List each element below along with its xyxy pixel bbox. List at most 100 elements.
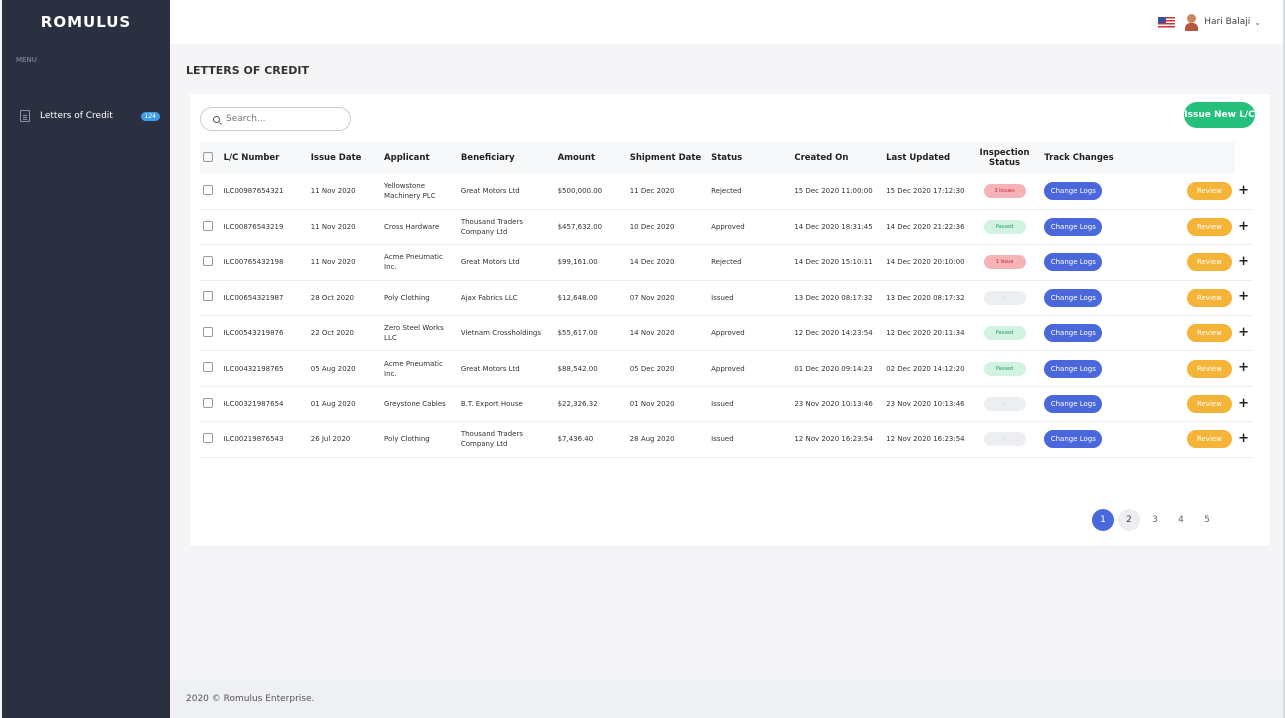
row-checkbox[interactable]	[203, 184, 213, 195]
issue-date-cell: 26 Jul 2020	[310, 435, 351, 444]
table-row[interactable]: ILC00432198765 05 Aug 2020 Acme Pneumatic …	[200, 351, 1252, 387]
review-button[interactable]: Review	[1186, 288, 1232, 307]
plus-icon[interactable]: +	[1238, 360, 1249, 375]
col-status[interactable]: Status	[708, 142, 791, 174]
inspection-status-badge: -	[983, 397, 1026, 412]
sidebar-item-letters-of-credit[interactable]: Letters of Credit 124	[2, 104, 170, 128]
page-3-button[interactable]: 3	[1144, 509, 1166, 531]
table-row[interactable]: ILC00321987654 01 Aug 2020 Greystone Cable…	[200, 386, 1252, 422]
plus-icon[interactable]: +	[1238, 219, 1249, 234]
beneficiary-cell: Ajax Fabrics LLC	[460, 293, 518, 302]
col-last-updated[interactable]: Last Updated	[883, 142, 968, 174]
chevron-down-icon[interactable]: ⌄	[1254, 18, 1261, 27]
issue-new-lc-button[interactable]: Issue New L/C	[1184, 102, 1255, 128]
change-logs-button[interactable]: Change Logs	[1044, 182, 1103, 201]
row-checkbox[interactable]	[203, 291, 213, 302]
amount-cell: $7,436.40	[557, 435, 594, 444]
shipment-date-cell: 05 Dec 2020	[629, 364, 675, 373]
inspection-status-badge: Passed	[983, 326, 1026, 341]
beneficiary-cell: Great Motors Ltd	[460, 258, 520, 267]
review-button[interactable]: Review	[1186, 218, 1232, 237]
beneficiary-cell: B.T. Export House	[460, 400, 523, 409]
beneficiary-cell: Thousand Traders Company Ltd	[460, 430, 523, 449]
lc-number-cell: ILC00765432198	[223, 258, 284, 267]
inspection-status-badge: 1 Issue	[983, 255, 1026, 270]
document-icon	[20, 110, 30, 122]
shipment-date-cell: 28 Aug 2020	[629, 435, 675, 444]
change-logs-button[interactable]: Change Logs	[1044, 395, 1103, 414]
row-checkbox[interactable]	[203, 326, 213, 337]
row-checkbox[interactable]	[203, 255, 213, 266]
col-issue-date[interactable]: Issue Date	[308, 142, 381, 174]
plus-icon[interactable]: +	[1238, 254, 1249, 269]
issue-date-cell: 22 Oct 2020	[310, 329, 355, 338]
beneficiary-cell: Thousand Traders Company Ltd	[460, 218, 523, 237]
change-logs-button[interactable]: Change Logs	[1044, 324, 1103, 343]
plus-icon[interactable]: +	[1238, 431, 1249, 446]
plus-icon[interactable]: +	[1238, 183, 1249, 198]
search-box[interactable]	[200, 107, 351, 131]
page-4-button[interactable]: 4	[1170, 509, 1192, 531]
row-checkbox[interactable]	[203, 397, 213, 408]
change-logs-button[interactable]: Change Logs	[1044, 218, 1103, 237]
us-flag-icon[interactable]	[1158, 16, 1176, 28]
page-5-button[interactable]: 5	[1196, 509, 1218, 531]
status-cell: Rejected	[711, 187, 742, 196]
search-input[interactable]	[226, 114, 336, 124]
select-all-checkbox[interactable]	[203, 151, 213, 162]
change-logs-button[interactable]: Change Logs	[1044, 359, 1103, 378]
shipment-date-cell: 01 Nov 2020	[629, 400, 675, 409]
review-button[interactable]: Review	[1186, 359, 1232, 378]
status-cell: Approved	[711, 223, 745, 232]
plus-icon[interactable]: +	[1238, 289, 1249, 304]
status-cell: Issued	[711, 400, 734, 409]
row-checkbox[interactable]	[203, 362, 213, 373]
plus-icon[interactable]: +	[1238, 325, 1249, 340]
created-on-cell: 13 Dec 2020 08:17:32	[794, 293, 873, 302]
review-button[interactable]: Review	[1186, 182, 1232, 201]
col-created-on[interactable]: Created On	[791, 142, 883, 174]
table-row[interactable]: ILC00987654321 11 Nov 2020 Yellowstone Mac…	[200, 174, 1252, 210]
table-row[interactable]: ILC00765432198 11 Nov 2020 Acme Pneumatic …	[200, 245, 1252, 281]
brand-logo[interactable]: ROMULUS	[2, 0, 170, 44]
last-updated-cell: 15 Dec 2020 17:12:30	[886, 187, 965, 196]
last-updated-cell: 14 Dec 2020 21:22:36	[886, 223, 965, 232]
last-updated-cell: 12 Nov 2020 16:23:54	[886, 435, 965, 444]
review-button[interactable]: Review	[1186, 253, 1232, 272]
review-button[interactable]: Review	[1186, 395, 1232, 414]
col-shipment-date[interactable]: Shipment Date	[627, 142, 708, 174]
change-logs-button[interactable]: Change Logs	[1044, 430, 1103, 449]
page-1-button[interactable]: 1	[1092, 509, 1114, 531]
inspection-status-badge: -	[983, 432, 1026, 447]
issue-date-cell: 05 Aug 2020	[310, 364, 356, 373]
amount-cell: $12,648.00	[557, 293, 598, 302]
change-logs-button[interactable]: Change Logs	[1044, 288, 1103, 307]
table-row[interactable]: ILC00543219876 22 Oct 2020 Zero Steel Work…	[200, 316, 1252, 351]
user-name[interactable]: Hari Balaji	[1204, 17, 1250, 27]
col-beneficiary[interactable]: Beneficiary	[458, 142, 555, 174]
inspection-status-badge: -	[983, 290, 1026, 305]
col-applicant[interactable]: Applicant	[381, 142, 458, 174]
lc-number-cell: ILC00987654321	[223, 187, 284, 196]
amount-cell: $55,617.00	[557, 329, 598, 338]
table-row[interactable]: ILC00219876543 26 Jul 2020 Poly Clothing Th…	[200, 422, 1252, 458]
review-button[interactable]: Review	[1186, 430, 1232, 449]
last-updated-cell: 12 Dec 2020 20:11:34	[886, 329, 965, 338]
col-inspection-status[interactable]: Inspection Status	[968, 142, 1041, 174]
col-track-changes[interactable]: Track Changes	[1041, 142, 1131, 174]
row-checkbox[interactable]	[203, 432, 213, 443]
applicant-cell: Zero Steel Works LLC	[384, 324, 444, 343]
page-2-button[interactable]: 2	[1118, 509, 1140, 531]
change-logs-button[interactable]: Change Logs	[1044, 253, 1103, 272]
applicant-cell: Poly Clothing	[384, 293, 430, 302]
table-row[interactable]: ILC00654321987 28 Oct 2020 Poly Clothing Aj…	[200, 280, 1252, 316]
avatar[interactable]	[1185, 13, 1199, 31]
status-cell: Issued	[711, 435, 734, 444]
table-row[interactable]: ILC00876543219 11 Nov 2020 Cross Hardware T…	[200, 209, 1252, 245]
col-amount[interactable]: Amount	[555, 142, 627, 174]
plus-icon[interactable]: +	[1238, 396, 1249, 411]
row-checkbox[interactable]	[203, 220, 213, 231]
review-button[interactable]: Review	[1186, 324, 1232, 343]
col-lc-number[interactable]: L/C Number	[221, 142, 308, 174]
sidebar-item-label: Letters of Credit	[40, 111, 113, 121]
